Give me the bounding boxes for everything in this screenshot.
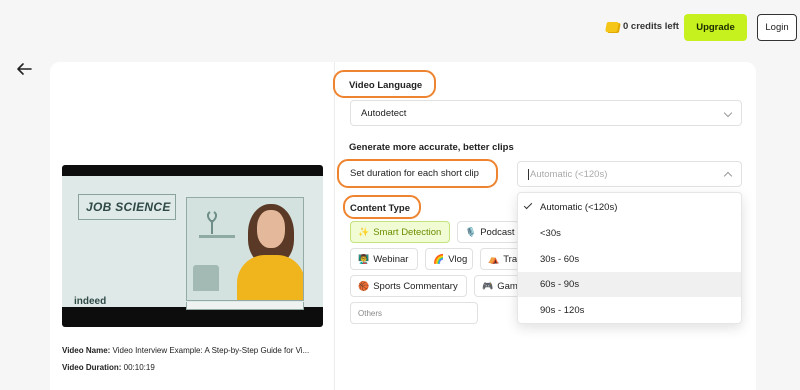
text-caret: [528, 168, 529, 180]
accurate-clips-title: Generate more accurate, better clips: [349, 142, 514, 153]
duration-select[interactable]: Automatic (<120s): [517, 161, 742, 187]
chip-label: Gam: [497, 280, 518, 292]
duration-option[interactable]: 60s - 90s: [518, 272, 741, 297]
duration-option[interactable]: Automatic (<120s): [518, 195, 741, 220]
chevron-down-icon: [723, 108, 733, 118]
option-label: 60s - 90s: [540, 279, 580, 290]
language-value: Autodetect: [361, 107, 407, 119]
sparkle-icon: ✨: [358, 226, 370, 237]
video-name: Video Name: Video Interview Example: A S…: [62, 346, 309, 355]
option-label: 90s - 120s: [540, 305, 585, 316]
duration-dropdown: Automatic (<120s) <30s 30s - 60s 60s - 9…: [517, 192, 742, 324]
video-call-window: [186, 197, 304, 301]
credits-text: 0 credits left: [623, 21, 679, 32]
option-label: <30s: [540, 228, 561, 239]
credits-indicator: 0 credits left: [605, 21, 679, 32]
chip-podcast[interactable]: 🎙️ Podcast: [457, 221, 519, 243]
panel-divider: [334, 62, 335, 390]
call-controls: [186, 302, 304, 310]
chip-gaming[interactable]: 🎮 Gam: [474, 275, 520, 297]
chip-vlog[interactable]: 🌈 Vlog: [425, 248, 473, 270]
upgrade-button[interactable]: Upgrade: [684, 14, 747, 41]
basketball-icon: 🏀: [358, 280, 370, 291]
duration-option[interactable]: 30s - 60s: [518, 247, 741, 272]
microphone-icon: 🎙️: [465, 226, 477, 237]
chip-smart-detection[interactable]: ✨ Smart Detection: [350, 221, 450, 243]
others-placeholder: Others: [358, 308, 383, 318]
rainbow-icon: 🌈: [433, 253, 445, 264]
video-duration-value: 00:10:19: [123, 363, 155, 372]
chip-label: Podcast: [480, 226, 515, 238]
video-scene: JOB SCIENCE indeed: [62, 176, 323, 310]
chip-sports-commentary[interactable]: 🏀 Sports Commentary: [350, 275, 467, 297]
content-type-title: Content Type: [350, 203, 410, 214]
chip-label: Sports Commentary: [373, 280, 458, 292]
chip-webinar[interactable]: 👨‍🏫 Webinar: [350, 248, 418, 270]
chevron-up-icon: [723, 171, 733, 181]
plant-icon: [206, 211, 218, 234]
person-face: [257, 210, 285, 248]
duration-option[interactable]: <30s: [518, 221, 741, 246]
video-name-label: Video Name:: [62, 346, 111, 355]
login-button[interactable]: Login: [757, 14, 797, 41]
check-icon: [523, 200, 533, 210]
duration-option[interactable]: 90s - 120s: [518, 298, 741, 323]
video-name-value: Video Interview Example: A Step-by-Step …: [112, 346, 310, 355]
tent-icon: ⛺: [488, 253, 500, 264]
chip-label: Smart Detection: [373, 226, 442, 238]
thumbnail-title: JOB SCIENCE: [86, 200, 171, 214]
video-duration: Video Duration: 00:10:19: [62, 363, 155, 372]
person-sweater: [237, 255, 303, 300]
lamp: [193, 265, 219, 291]
chip-label: Webinar: [373, 253, 409, 265]
shelf: [199, 235, 235, 238]
option-label: Automatic (<120s): [540, 202, 618, 213]
chip-label: Vlog: [448, 253, 468, 265]
back-arrow-icon[interactable]: [14, 59, 34, 79]
coin-icon: [605, 21, 619, 32]
duration-placeholder: Automatic (<120s): [530, 168, 608, 180]
language-title: Video Language: [349, 80, 423, 91]
chip-travel[interactable]: ⛺ Trav: [480, 248, 520, 270]
video-thumbnail[interactable]: JOB SCIENCE indeed: [62, 165, 323, 327]
option-label: 30s - 60s: [540, 254, 580, 265]
gamepad-icon: 🎮: [482, 280, 494, 291]
video-duration-label: Video Duration:: [62, 363, 122, 372]
brand-logo: indeed: [74, 296, 107, 307]
presenter-icon: 👨‍🏫: [358, 253, 370, 264]
duration-label: Set duration for each short clip: [350, 168, 479, 179]
language-select[interactable]: Autodetect: [350, 100, 742, 126]
others-input[interactable]: Others: [350, 302, 478, 324]
